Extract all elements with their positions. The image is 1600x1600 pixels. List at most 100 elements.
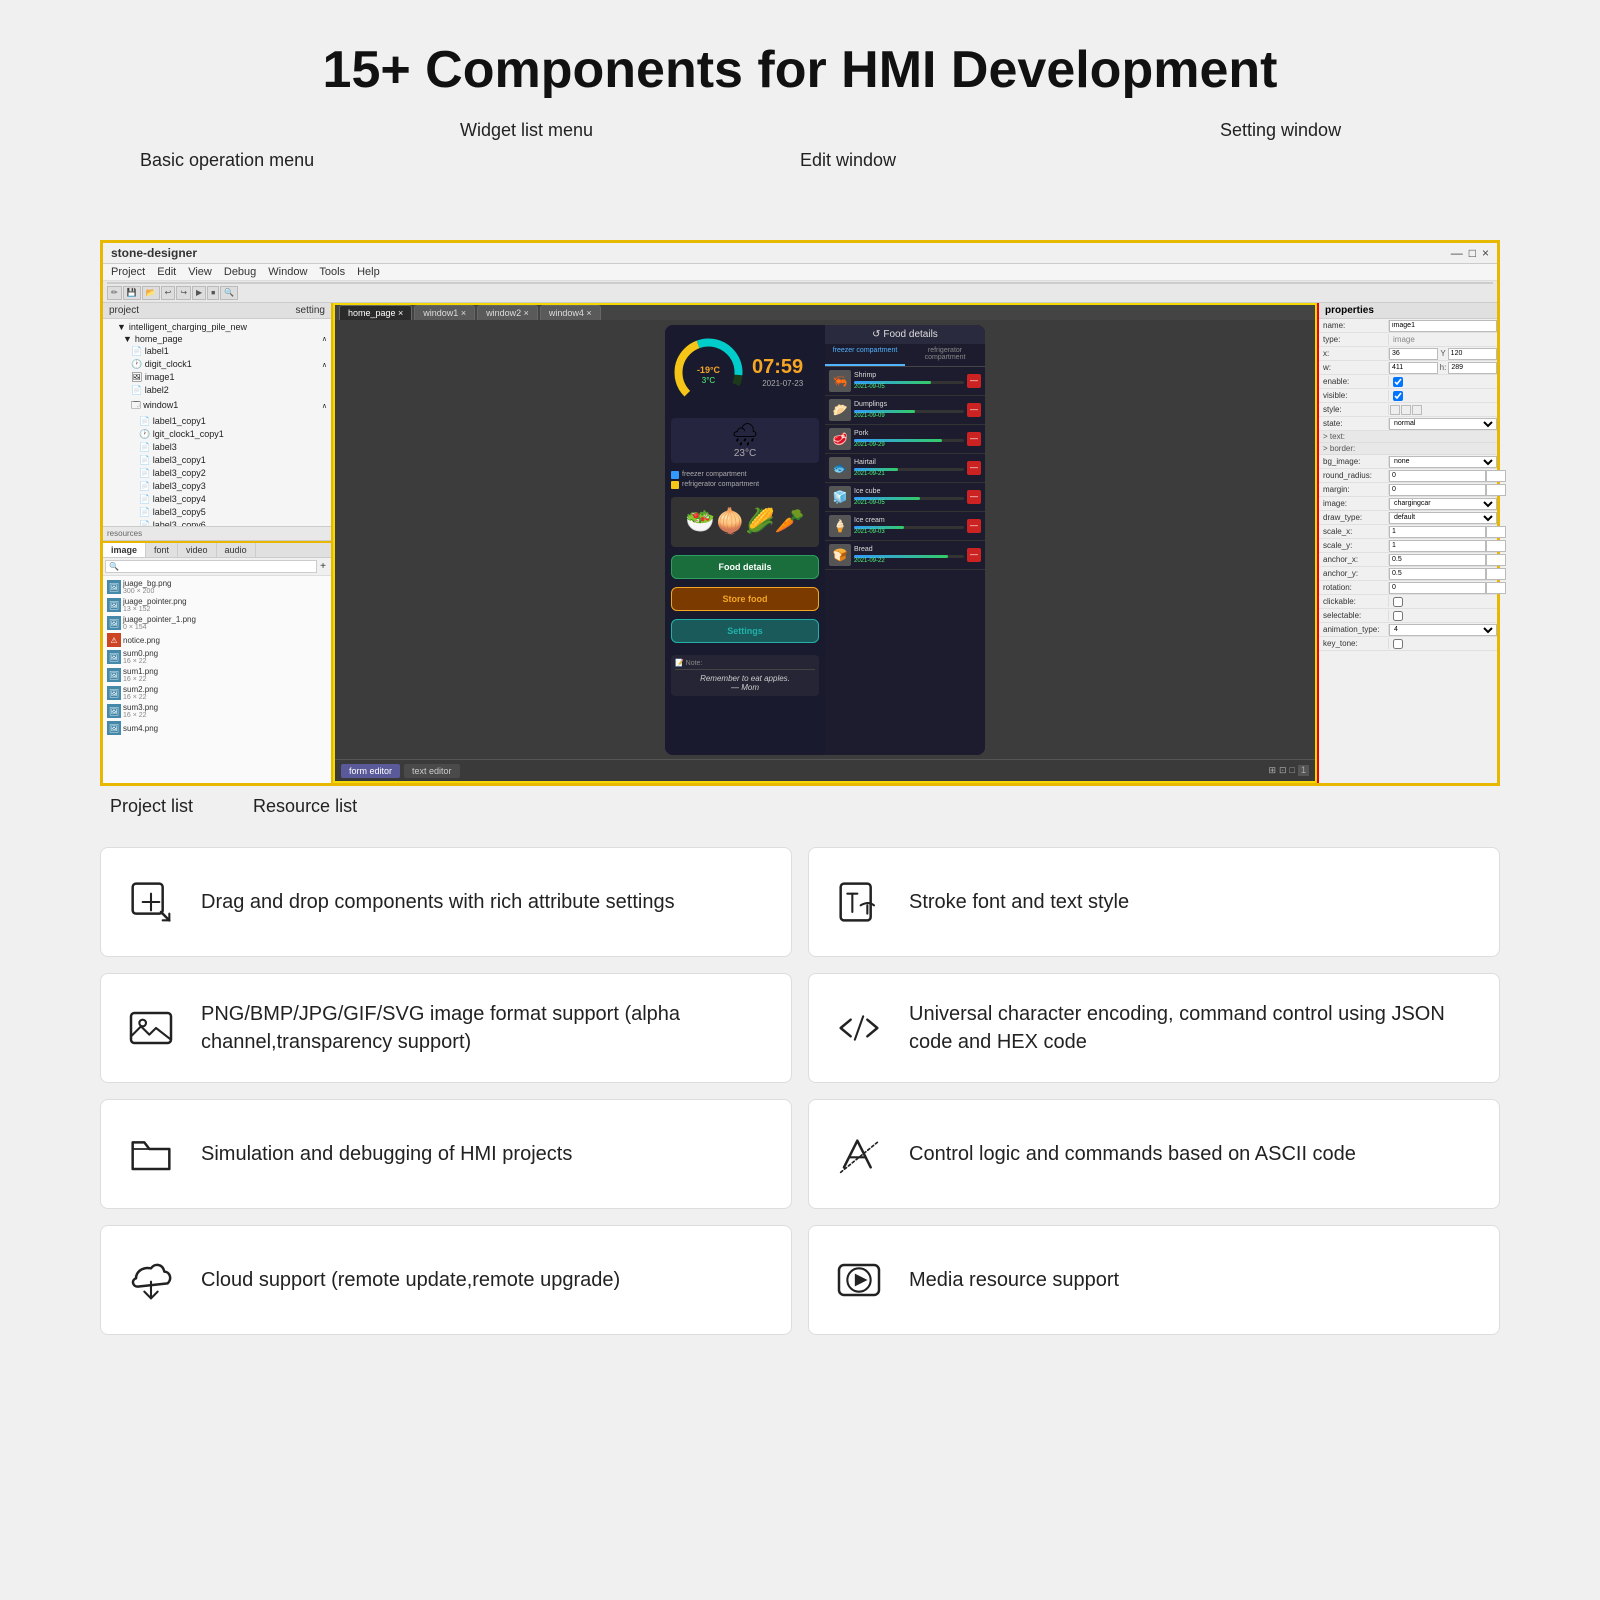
prop-anchory-input[interactable] bbox=[1389, 568, 1486, 580]
ide-menubar[interactable]: Project Edit View Debug Window Tools Hel… bbox=[103, 264, 1497, 281]
menu-project[interactable]: Project bbox=[111, 266, 145, 278]
prop-roundradius-input[interactable] bbox=[1389, 470, 1486, 482]
prop-anchorx-input2[interactable] bbox=[1486, 554, 1506, 566]
resource-item-warning[interactable]: ⚠ notice.png bbox=[105, 632, 329, 648]
prop-rotation-input[interactable] bbox=[1389, 582, 1486, 594]
prop-section-border: > border: bbox=[1319, 443, 1497, 455]
resource-item[interactable]: 🖼 sum2.png 16 × 22 bbox=[105, 684, 329, 702]
prop-scalex-input[interactable] bbox=[1389, 526, 1486, 538]
prop-keytone-checkbox[interactable] bbox=[1393, 639, 1403, 649]
editor-canvas: -19°C 3°C 07:59 2021-07-23 bbox=[335, 320, 1315, 759]
feature-image-format: PNG/BMP/JPG/GIF/SVG image format support… bbox=[100, 973, 792, 1083]
prop-selectable-checkbox[interactable] bbox=[1393, 611, 1403, 621]
tree-label1[interactable]: 📄 label1 bbox=[103, 345, 331, 358]
tree-label1copy1[interactable]: 📄 label1_copy1 bbox=[103, 415, 331, 428]
prop-xy: x: Y bbox=[1319, 347, 1497, 361]
prop-visible: visible: bbox=[1319, 389, 1497, 403]
project-tree: ▼intelligent_charging_pile_new ▼home_pag… bbox=[103, 319, 331, 526]
resource-tab-image[interactable]: image bbox=[103, 543, 146, 557]
resource-item[interactable]: 🖼 juage_bg.png 300 × 200 bbox=[105, 578, 329, 596]
prop-enable-checkbox[interactable] bbox=[1393, 377, 1403, 387]
tree-digit-clock1[interactable]: 🕐 digit_clock1 ∧ bbox=[103, 358, 331, 371]
resource-tab-font[interactable]: font bbox=[146, 543, 178, 557]
tab-freezer[interactable]: freezer compartment bbox=[825, 344, 905, 366]
menu-help[interactable]: Help bbox=[357, 266, 380, 278]
prop-anchorx-input[interactable] bbox=[1389, 554, 1486, 566]
prop-scalex-input2[interactable] bbox=[1486, 526, 1506, 538]
prop-clickable-checkbox[interactable] bbox=[1393, 597, 1403, 607]
resource-item[interactable]: 🖼 sum4.png bbox=[105, 720, 329, 736]
resource-item[interactable]: 🖼 sum1.png 16 × 22 bbox=[105, 666, 329, 684]
tree-label3copy6[interactable]: 📄 label3_copy6 bbox=[103, 519, 331, 526]
tree-label3copy2[interactable]: 📄 label3_copy2 bbox=[103, 467, 331, 480]
nav-food-details[interactable]: Food details bbox=[671, 555, 819, 579]
prop-animtype-select[interactable]: 4 bbox=[1389, 624, 1497, 636]
tab-window4[interactable]: window4 × bbox=[540, 305, 601, 320]
prop-scaley-input[interactable] bbox=[1389, 540, 1486, 552]
tree-image1[interactable]: 🖼 image1 bbox=[103, 371, 331, 384]
tab-refrigerator[interactable]: refrigerator compartment bbox=[905, 344, 985, 366]
resource-item[interactable]: 🖼 sum0.png 16 × 22 bbox=[105, 648, 329, 666]
prop-h-input[interactable] bbox=[1448, 362, 1497, 374]
tree-label2[interactable]: 📄 label2 bbox=[103, 384, 331, 397]
resource-item[interactable]: 🖼 sum3.png 16 × 22 bbox=[105, 702, 329, 720]
prop-anchory-input2[interactable] bbox=[1486, 568, 1506, 580]
resource-tabs[interactable]: image font video audio bbox=[103, 541, 331, 558]
feature-simulation: Simulation and debugging of HMI projects bbox=[100, 1099, 792, 1209]
prop-margin-input2[interactable] bbox=[1486, 484, 1506, 496]
tree-root[interactable]: ▼intelligent_charging_pile_new bbox=[103, 321, 331, 333]
tree-label3copy1[interactable]: 📄 label3_copy1 bbox=[103, 454, 331, 467]
tree-label3copy4[interactable]: 📄 label3_copy4 bbox=[103, 493, 331, 506]
prop-x-input[interactable] bbox=[1389, 348, 1438, 360]
ide-window-controls[interactable]: —□× bbox=[1451, 246, 1489, 260]
prop-bgimage-select[interactable]: none bbox=[1389, 456, 1497, 468]
prop-state-select[interactable]: normal pressed disabled bbox=[1389, 418, 1497, 430]
resource-add-btn[interactable]: + bbox=[317, 561, 329, 572]
phone-date: 2021-07-23 bbox=[752, 379, 803, 388]
menu-view[interactable]: View bbox=[188, 266, 212, 278]
bottom-tab-text[interactable]: text editor bbox=[404, 764, 460, 778]
tab-window1[interactable]: window1 × bbox=[414, 305, 475, 320]
feature-unicode-text: Universal character encoding, command co… bbox=[909, 1000, 1479, 1056]
editor-tabs[interactable]: home_page × window1 × window2 × window4 … bbox=[335, 305, 1315, 320]
prop-name-input[interactable] bbox=[1389, 320, 1497, 332]
tab-window2[interactable]: window2 × bbox=[477, 305, 538, 320]
tree-home-page[interactable]: ▼home_page∧ bbox=[103, 333, 331, 345]
prop-drawtype-select[interactable]: default bbox=[1389, 512, 1497, 524]
tree-label3copy3[interactable]: 📄 label3_copy3 bbox=[103, 480, 331, 493]
svg-text:-19°C: -19°C bbox=[697, 365, 721, 375]
menu-tools[interactable]: Tools bbox=[319, 266, 345, 278]
feature-ascii: Control logic and commands based on ASCI… bbox=[808, 1099, 1500, 1209]
resource-tab-video[interactable]: video bbox=[178, 543, 217, 557]
prop-roundradius-input2[interactable] bbox=[1486, 470, 1506, 482]
prop-margin-input[interactable] bbox=[1389, 484, 1486, 496]
menu-window[interactable]: Window bbox=[268, 266, 307, 278]
folder-icon bbox=[121, 1124, 181, 1184]
tree-label3[interactable]: 📄 label3 bbox=[103, 441, 331, 454]
nav-store-food[interactable]: Store food bbox=[671, 587, 819, 611]
code-icon bbox=[829, 998, 889, 1058]
project-label: project bbox=[109, 305, 139, 316]
feature-ascii-text: Control logic and commands based on ASCI… bbox=[909, 1140, 1356, 1168]
prop-scaley-input2[interactable] bbox=[1486, 540, 1506, 552]
food-header: ↺ Food details bbox=[825, 325, 985, 344]
food-tabs[interactable]: freezer compartment refrigerator compart… bbox=[825, 344, 985, 367]
prop-rotation: rotation: bbox=[1319, 581, 1497, 595]
menu-debug[interactable]: Debug bbox=[224, 266, 256, 278]
prop-image-select[interactable]: chargingcar bbox=[1389, 498, 1497, 510]
resource-tab-audio[interactable]: audio bbox=[217, 543, 256, 557]
nav-settings[interactable]: Settings bbox=[671, 619, 819, 643]
bottom-tab-form[interactable]: form editor bbox=[341, 764, 400, 778]
prop-w-input[interactable] bbox=[1389, 362, 1438, 374]
tree-label3copy5[interactable]: 📄 label3_copy5 bbox=[103, 506, 331, 519]
phone-food-list: ↺ Food details freezer compartment refri… bbox=[825, 325, 985, 755]
menu-edit[interactable]: Edit bbox=[157, 266, 176, 278]
tab-home-page[interactable]: home_page × bbox=[339, 305, 412, 320]
tree-lgit-clock-copy[interactable]: 🕐 lgit_clock1_copy1 bbox=[103, 428, 331, 441]
resource-item[interactable]: 🖼 juage_pointer_1.png 0 × 154 bbox=[105, 614, 329, 632]
tree-window1[interactable]: 🗔 window1 ∧ bbox=[103, 397, 331, 415]
prop-visible-checkbox[interactable] bbox=[1393, 391, 1403, 401]
prop-y-input[interactable] bbox=[1448, 348, 1497, 360]
resource-item[interactable]: 🖼 juage_pointer.png 13 × 152 bbox=[105, 596, 329, 614]
prop-rotation-input2[interactable] bbox=[1486, 582, 1506, 594]
